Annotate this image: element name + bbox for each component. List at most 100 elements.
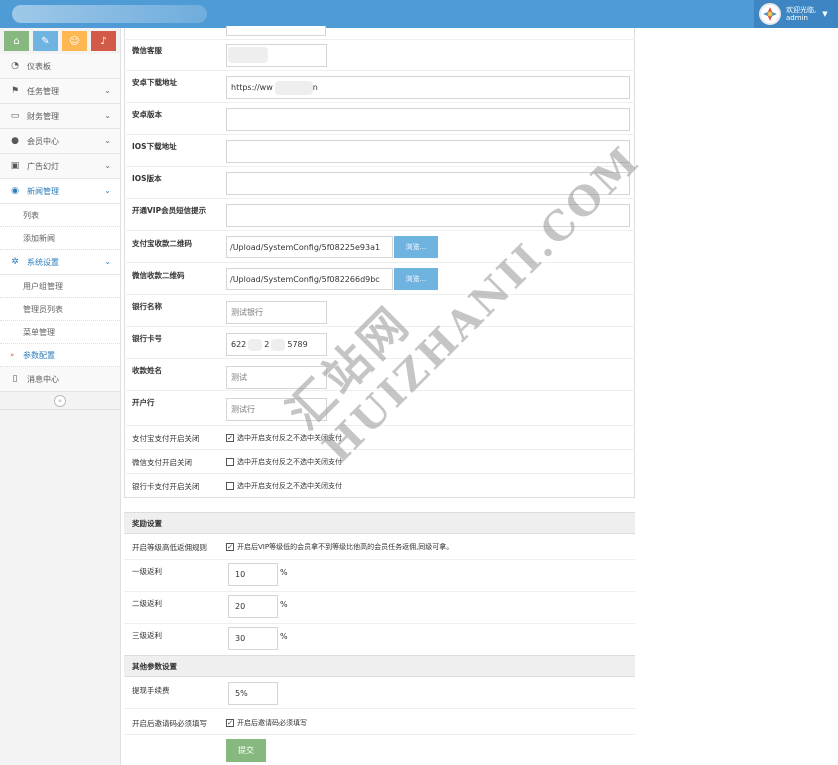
- bank-card-label: 银行卡号: [132, 334, 162, 343]
- sidebar-subitem-admins[interactable]: 管理员列表: [0, 298, 120, 321]
- bank-switch-checkbox[interactable]: 选中开启支付反之不选中关闭支付: [226, 481, 342, 491]
- wechat-switch-checkbox[interactable]: 选中开启支付反之不选中关闭支付: [226, 457, 342, 467]
- alipay-qr-file-input[interactable]: /Upload/SystemConfig/5f08225e93a1: [226, 236, 393, 258]
- bell-shortcut-button[interactable]: ♪: [91, 31, 116, 51]
- edit-shortcut-button[interactable]: ✎: [33, 31, 58, 51]
- bank-card-mid: 2: [264, 340, 270, 349]
- sidebar-subitem-news-add[interactable]: 添加新闻: [0, 227, 120, 250]
- row-bank-switch: 银行卡支付开启关闭 选中开启支付反之不选中关闭支付: [124, 474, 635, 498]
- home-shortcut-button[interactable]: ⌂: [4, 31, 29, 51]
- sidebar-subitem-label: 参数配置: [23, 350, 55, 360]
- android-url-tail: n: [312, 83, 318, 92]
- alipay-browse-button[interactable]: 浏览...: [394, 236, 438, 258]
- sidebar-item-label: 财务管理: [27, 111, 59, 121]
- sidebar-item-members[interactable]: ● 会员中心 ⌄: [0, 129, 120, 154]
- sidebar-subitem-params[interactable]: » 参数配置: [0, 344, 120, 367]
- vip-sms-label: 开通VIP会员短信提示: [132, 206, 207, 215]
- row-vip-sms: 开通VIP会员短信提示: [124, 199, 635, 231]
- row-ios-version: IOS版本: [124, 167, 635, 199]
- level2-value: 20: [235, 602, 246, 611]
- level3-input[interactable]: 30: [228, 627, 278, 650]
- alipay-qr-path: /Upload/SystemConfig/5f08225e93a1: [230, 242, 381, 252]
- sidebar-subitem-label: 添加新闻: [23, 233, 55, 243]
- sidebar-item-label: 任务管理: [27, 86, 59, 96]
- sidebar-item-dashboard[interactable]: ◔ 仪表板: [0, 54, 120, 79]
- bank-card-input[interactable]: 622 2 5789: [226, 333, 327, 356]
- sidebar-item-tasks[interactable]: ⚑ 任务管理 ⌄: [0, 79, 120, 104]
- sidebar: ⌂ ✎ ☺ ♪ ◔ 仪表板 ⚑ 任务管理 ⌄ ▭ 财务管理 ⌄ ● 会员中心 ⌄…: [0, 28, 121, 765]
- payee-label: 收款姓名: [132, 366, 162, 375]
- level-rule-label: 开启等级高低返佣规则: [132, 543, 207, 552]
- chevron-down-icon: ⌄: [104, 86, 111, 95]
- ios-url-label: IOS下载地址: [132, 142, 177, 151]
- branch-input[interactable]: 测试行: [226, 398, 327, 421]
- sidebar-item-system[interactable]: ✲ 系统设置 ⌄: [0, 250, 120, 275]
- row-alipay-qr: 支付宝收款二维码 /Upload/SystemConfig/5f08225e93…: [124, 231, 635, 263]
- payee-input[interactable]: 测试: [226, 366, 327, 389]
- alipay-qr-label: 支付宝收款二维码: [132, 239, 192, 248]
- vip-sms-input[interactable]: [226, 204, 630, 227]
- android-version-input[interactable]: [226, 108, 630, 131]
- user-menu[interactable]: 欢迎光临, admin ▼: [754, 0, 838, 28]
- row-android-url: 安卓下载地址 https://ww n: [124, 71, 635, 103]
- sidebar-item-label: 新闻管理: [27, 186, 59, 196]
- cropped-input[interactable]: [226, 26, 326, 36]
- chevron-down-icon: ⌄: [104, 136, 111, 145]
- wechat-switch-text: 选中开启支付反之不选中关闭支付: [237, 458, 342, 466]
- row-level1: 一级返利 10 %: [124, 560, 635, 592]
- android-url-input[interactable]: https://ww n: [226, 76, 630, 99]
- checkbox-checked-icon: ✓: [226, 434, 234, 442]
- alipay-switch-checkbox[interactable]: ✓ 选中开启支付反之不选中关闭支付: [226, 433, 342, 443]
- users-icon: ☺: [69, 35, 80, 47]
- browse-label: 浏览...: [405, 243, 427, 251]
- chevron-down-icon: ⌄: [104, 257, 111, 266]
- alipay-switch-label: 支付宝支付开启关闭: [132, 434, 200, 443]
- sidebar-item-ads[interactable]: ▣ 广告幻灯 ⌄: [0, 154, 120, 179]
- sidebar-subitem-user-groups[interactable]: 用户组管理: [0, 275, 120, 298]
- row-payee: 收款姓名 测试: [124, 359, 635, 391]
- redacted-value: [271, 338, 286, 351]
- level3-value: 30: [235, 634, 246, 643]
- level3-label: 三级返利: [132, 631, 162, 640]
- welcome-text: 欢迎光临,: [786, 6, 817, 14]
- bank-switch-label: 银行卡支付开启关闭: [132, 482, 200, 491]
- collapse-sidebar-button[interactable]: «: [54, 394, 66, 407]
- invite-required-checkbox[interactable]: ✓ 开启后邀请码必须填写: [226, 718, 307, 728]
- sidebar-item-finance[interactable]: ▭ 财务管理 ⌄: [0, 104, 120, 129]
- sidebar-subitem-news-list[interactable]: 列表: [0, 204, 120, 227]
- level2-input[interactable]: 20: [228, 595, 278, 618]
- brand-logo[interactable]: [12, 5, 207, 23]
- payee-value: 测试: [231, 373, 247, 382]
- level-rule-checkbox[interactable]: ✓ 开启后VIP等级低的会员拿不到等级比他高的会员任务返佣,同级可拿。: [226, 542, 453, 552]
- alipay-switch-text: 选中开启支付反之不选中关闭支付: [237, 434, 342, 442]
- gear-icon: ✲: [11, 257, 19, 267]
- ios-version-input[interactable]: [226, 172, 630, 195]
- level1-input[interactable]: 10: [228, 563, 278, 586]
- bank-name-input[interactable]: 测试银行: [226, 301, 327, 324]
- sidebar-subitem-menu[interactable]: 菜单管理: [0, 321, 120, 344]
- sidebar-item-news[interactable]: ◉ 新闻管理 ⌄: [0, 179, 120, 204]
- other-section-header: 其他参数设置: [124, 655, 635, 677]
- wechat-service-input[interactable]: [226, 44, 327, 67]
- submit-label: 提交: [238, 746, 254, 755]
- row-wechat-service: 微信客服: [124, 39, 635, 71]
- ios-url-input[interactable]: [226, 140, 630, 163]
- level2-percent: %: [280, 600, 288, 609]
- checkbox-checked-icon: ✓: [226, 543, 234, 551]
- wechat-browse-button[interactable]: 浏览...: [394, 268, 438, 290]
- wechat-qr-path: /Upload/SystemConfig/5f082266d9bc: [230, 274, 380, 284]
- double-chevron-right-icon: »: [10, 351, 15, 359]
- sidebar-subitem-label: 菜单管理: [23, 327, 55, 337]
- level1-percent: %: [280, 568, 288, 577]
- wechat-qr-file-input[interactable]: /Upload/SystemConfig/5f082266d9bc: [226, 268, 393, 290]
- sidebar-item-messages[interactable]: ▯ 消息中心: [0, 367, 120, 392]
- row-wechat-qr: 微信收款二维码 /Upload/SystemConfig/5f082266d9b…: [124, 263, 635, 295]
- users-shortcut-button[interactable]: ☺: [62, 31, 87, 51]
- row-branch: 开户行 测试行: [124, 391, 635, 426]
- browse-label: 浏览...: [405, 275, 427, 283]
- row-android-version: 安卓版本: [124, 103, 635, 135]
- submit-button[interactable]: 提交: [226, 739, 266, 762]
- withdraw-fee-input[interactable]: 5%: [228, 682, 278, 705]
- row-bank-card: 银行卡号 622 2 5789: [124, 327, 635, 359]
- sidebar-item-label: 广告幻灯: [27, 161, 59, 171]
